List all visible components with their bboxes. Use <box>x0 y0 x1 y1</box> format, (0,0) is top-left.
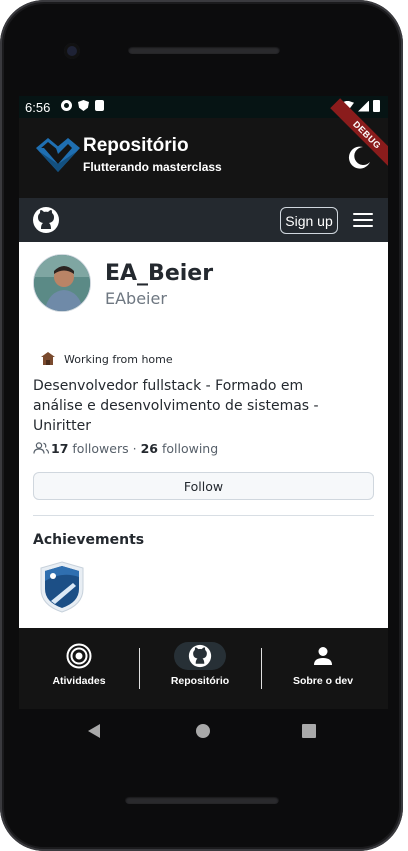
status-notification-icons <box>61 100 104 111</box>
avatar <box>33 254 91 312</box>
github-icon <box>188 644 212 668</box>
bottom-navigation: Atividades Repositório Sobre o dev <box>19 628 388 709</box>
profile-status: Working from home <box>64 353 173 366</box>
following-link[interactable]: 26 following <box>141 441 219 456</box>
hamburger-menu-icon[interactable] <box>351 210 375 230</box>
app-subtitle: Flutterando masterclass <box>83 160 222 174</box>
signal-icon <box>358 100 369 112</box>
profile-username: EAbeier <box>105 289 167 308</box>
home-icon[interactable] <box>196 724 210 738</box>
nav-label-sobre-o-dev: Sobre o dev <box>292 675 354 687</box>
back-icon[interactable] <box>88 724 100 738</box>
followers-link[interactable]: 17 followers <box>51 441 129 456</box>
nav-item-atividades[interactable]: Atividades <box>19 628 139 709</box>
avatar-photo <box>34 255 90 311</box>
divider <box>33 515 374 516</box>
target-icon <box>66 643 92 669</box>
achievements-title: Achievements <box>33 532 145 548</box>
people-icon <box>33 442 49 454</box>
front-camera <box>64 43 80 59</box>
follow-separator: · <box>132 441 137 456</box>
follow-button[interactable]: Follow <box>33 472 374 500</box>
earpiece-speaker <box>128 46 280 54</box>
nav-separator <box>261 648 262 689</box>
settings-status-icon <box>61 100 72 111</box>
android-navigation-bar <box>0 710 408 750</box>
github-icon[interactable] <box>32 206 60 234</box>
phone-frame: 6:56 Repositório Flutterando masterclass <box>0 0 403 851</box>
house-icon <box>41 352 55 365</box>
github-header: Sign up <box>19 198 388 242</box>
battery-icon <box>373 100 380 112</box>
app-screen: 6:56 Repositório Flutterando masterclass <box>19 96 388 709</box>
person-icon <box>314 647 332 665</box>
profile-bio: Desenvolvedor fullstack - Formado em aná… <box>33 378 319 434</box>
flutterando-logo-icon <box>36 138 80 172</box>
nav-item-sobre-o-dev[interactable]: Sobre o dev <box>263 628 383 709</box>
shield-status-icon <box>78 100 89 111</box>
follow-stats: 17 followers · 26 following <box>51 441 218 456</box>
app-bar: Repositório Flutterando masterclass DEBU… <box>19 98 388 198</box>
sd-card-status-icon <box>95 100 104 111</box>
following-count: 26 <box>140 441 158 456</box>
nav-label-repositorio: Repositório <box>170 675 230 687</box>
sign-up-button[interactable]: Sign up <box>280 207 338 234</box>
followers-label: followers <box>72 441 129 456</box>
status-time: 6:56 <box>25 100 51 115</box>
profile-name: EA_Beier <box>105 261 214 286</box>
app-title: Repositório <box>83 135 189 156</box>
nav-label-atividades: Atividades <box>52 675 106 687</box>
achievement-badge-icon[interactable] <box>39 561 85 613</box>
nav-item-repositorio[interactable]: Repositório <box>140 628 260 709</box>
bottom-speaker <box>125 796 279 804</box>
recents-icon[interactable] <box>302 724 316 738</box>
followers-count: 17 <box>51 441 69 456</box>
following-label: following <box>161 441 219 456</box>
